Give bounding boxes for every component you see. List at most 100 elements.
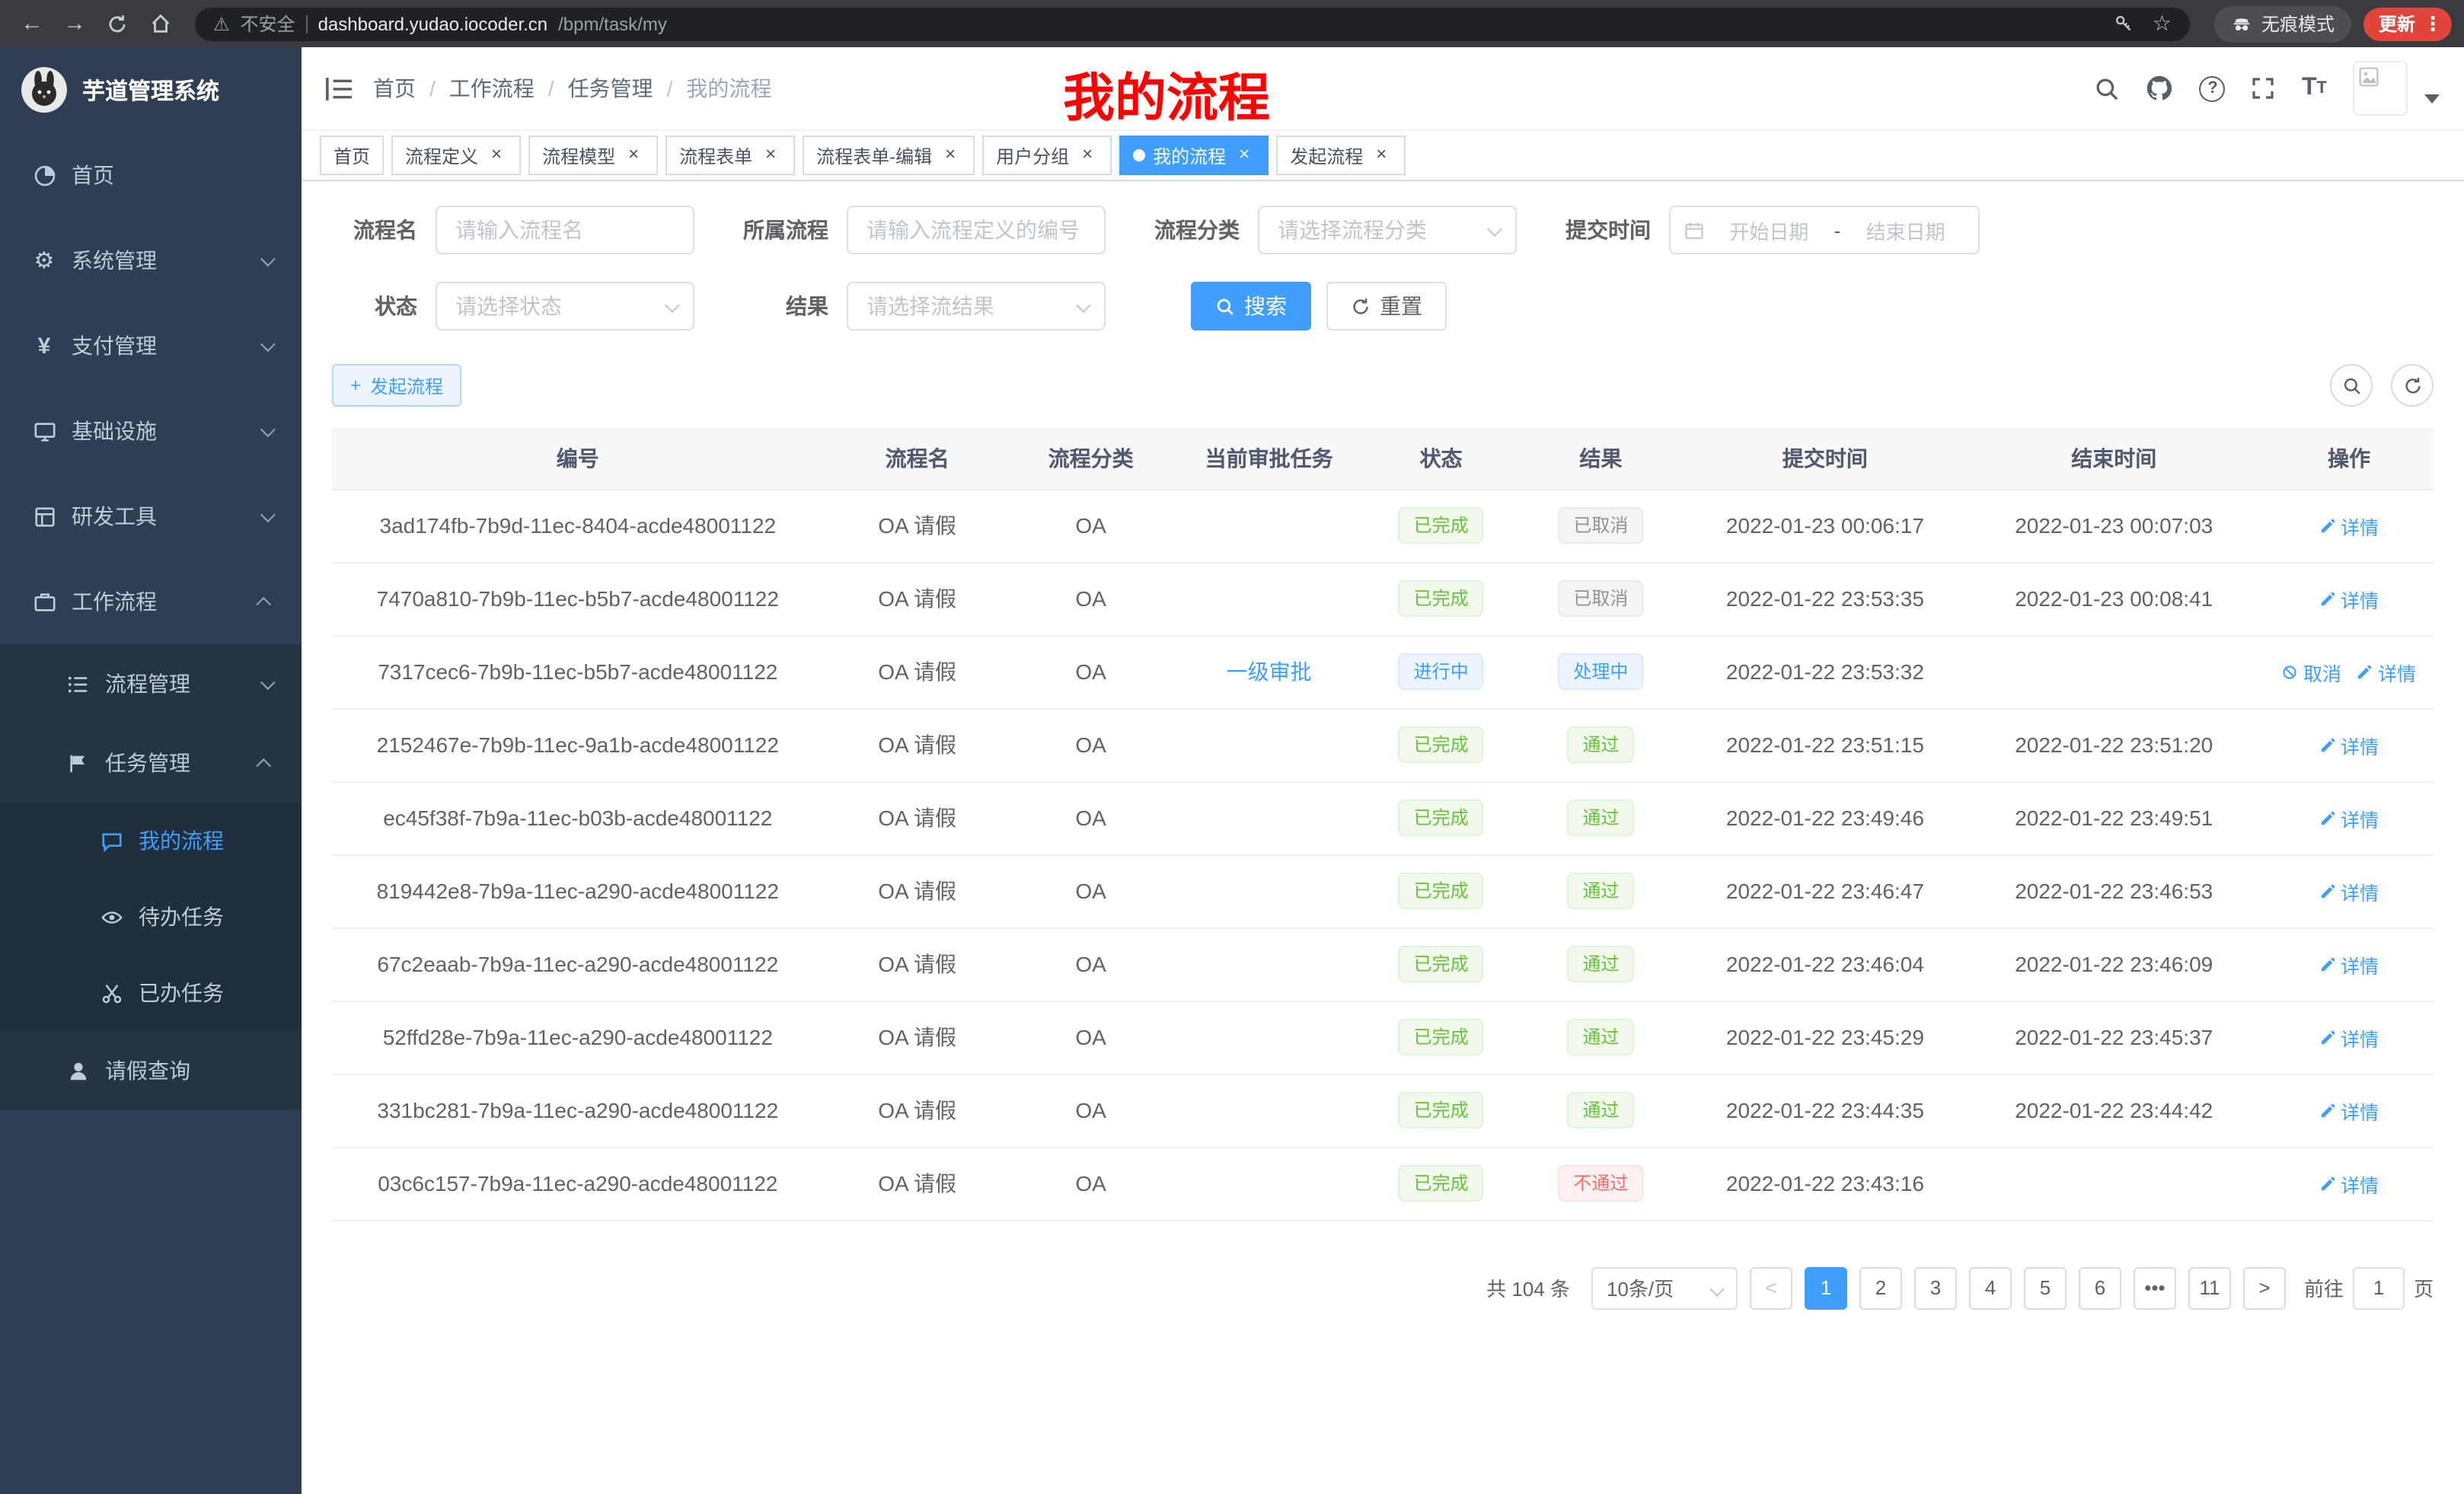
process-name: OA 请假 [824,1147,1011,1220]
page-button-1[interactable]: 1 [1805,1266,1847,1309]
page-size-select[interactable]: 10条/页 [1591,1266,1738,1309]
sidebar-item-process-management[interactable]: 流程管理 [0,644,302,723]
detail-link[interactable]: 详情 [2319,876,2379,905]
chevron-down-icon[interactable] [2424,94,2440,104]
sidebar-item-todo-tasks[interactable]: 待办任务 [0,879,302,955]
toggle-search-button[interactable] [2330,364,2373,407]
page-button-5[interactable]: 5 [2024,1266,2067,1309]
table-row: 7317cec6-7b9b-11ec-b5b7-acde48001122 OA … [332,635,2434,708]
tab-initiate-process[interactable]: 发起流程 [1276,136,1406,175]
sidebar-collapse-button[interactable] [326,75,352,101]
breadcrumb-home[interactable]: 首页 [373,73,416,104]
sidebar-item-system-management[interactable]: ⚙ 系统管理 [0,218,302,303]
back-button[interactable]: ← [12,4,52,43]
sidebar-item-workflow[interactable]: 工作流程 [0,559,302,644]
page-button-3[interactable]: 3 [1914,1266,1957,1309]
status-tag: 已完成 [1399,946,1484,982]
page-button-6[interactable]: 6 [2079,1266,2121,1309]
close-icon[interactable] [760,145,781,166]
tab-process-form[interactable]: 流程表单 [665,136,795,175]
breadcrumb-task-management[interactable]: 任务管理 [568,73,653,104]
address-bar[interactable]: ⚠ 不安全 dashboard.yudao.iocoder.cn/bpm/tas… [195,7,2190,40]
search-icon[interactable] [2095,75,2121,101]
avatar[interactable] [2353,61,2408,116]
detail-link[interactable]: 详情 [2319,1096,2379,1125]
key-icon[interactable] [2115,14,2134,34]
status-tag: 已完成 [1399,873,1484,909]
page-button-4[interactable]: 4 [1969,1266,2012,1309]
home-button[interactable] [140,4,180,43]
font-size-icon[interactable] [2302,76,2327,101]
process-name: OA 请假 [824,781,1011,854]
sidebar-item-my-process[interactable]: 我的流程 [0,803,302,879]
search-button[interactable]: 搜索 [1191,282,1311,330]
sidebar-item-infrastructure[interactable]: 基础设施 [0,388,302,474]
bookmark-star-icon[interactable]: ☆ [2153,11,2172,37]
goto-page-input[interactable] [2353,1266,2405,1309]
workflow-icon [30,590,58,613]
update-button[interactable]: 更新 [2363,7,2452,40]
sidebar-item-done-tasks[interactable]: 已办任务 [0,955,302,1031]
close-icon[interactable] [1234,145,1255,166]
reset-button[interactable]: 重置 [1326,282,1447,330]
sidebar-item-devtools[interactable]: 研发工具 [0,474,302,559]
refresh-table-button[interactable] [2391,364,2434,407]
close-icon[interactable] [1077,145,1098,166]
table-row: ec45f38f-7b9a-11ec-b03b-acde48001122 OA … [332,781,2434,854]
prev-page-button[interactable] [1750,1266,1792,1309]
tab-process-model[interactable]: 流程模型 [528,136,658,175]
process-name-input[interactable] [436,206,694,254]
process-category: OA [1011,1074,1171,1147]
cancel-link[interactable]: 取消 [2282,657,2341,686]
current-task [1171,927,1368,1001]
detail-link[interactable]: 详情 [2319,950,2379,978]
fullscreen-icon[interactable] [2252,76,2276,101]
detail-link[interactable]: 详情 [2319,803,2379,832]
detail-link[interactable]: 详情 [2319,584,2379,613]
more-pages-button[interactable]: ••• [2134,1266,2176,1309]
close-icon[interactable] [623,145,644,166]
submit-time: 2022-01-22 23:53:35 [1687,562,1963,635]
close-icon[interactable] [1371,145,1392,166]
sidebar-item-task-management[interactable]: 任务管理 [0,723,302,803]
github-icon[interactable] [2146,75,2174,102]
category-select[interactable] [1258,206,1517,254]
detail-link[interactable]: 详情 [2319,1023,2379,1052]
detail-link[interactable]: 详情 [2319,511,2379,540]
submit-time: 2022-01-23 00:06:17 [1687,489,1963,562]
result-select[interactable] [847,282,1106,330]
help-icon[interactable] [2200,75,2226,101]
close-icon[interactable] [940,145,961,166]
sidebar-item-leave-query[interactable]: 请假查询 [0,1031,302,1110]
detail-link[interactable]: 详情 [2319,730,2379,759]
page-button-11[interactable]: 11 [2188,1266,2231,1309]
next-page-button[interactable] [2243,1266,2286,1309]
breadcrumb-workflow[interactable]: 工作流程 [449,73,535,104]
page-button-2[interactable]: 2 [1859,1266,1902,1309]
close-icon[interactable] [486,145,507,166]
tab-process-form-edit[interactable]: 流程表单-编辑 [803,136,975,175]
date-range-picker[interactable]: 开始日期 - 结束日期 [1669,206,1980,254]
breadcrumb: 首页 / 工作流程 / 任务管理 / 我的流程 [373,73,771,104]
sidebar-item-home[interactable]: 首页 [0,132,302,218]
current-task-link[interactable]: 一级审批 [1227,659,1312,684]
table-row: 3ad174fb-7b9d-11ec-8404-acde48001122 OA … [332,489,2434,562]
tab-home[interactable]: 首页 [320,136,384,175]
result-tag: 通过 [1567,1092,1634,1128]
sidebar-item-payment-management[interactable]: ¥ 支付管理 [0,303,302,388]
status-select[interactable] [436,282,694,330]
tab-my-process[interactable]: 我的流程 [1119,136,1269,175]
tab-user-group[interactable]: 用户分组 [982,136,1112,175]
initiate-process-button[interactable]: + 发起流程 [332,364,461,407]
forward-button[interactable]: → [55,4,94,43]
browser-menu-icon[interactable] [2423,11,2443,36]
detail-link[interactable]: 详情 [2357,657,2416,686]
pagination: 共 104 条 10条/页 1 2 3 4 5 6 ••• 11 前往 页 [332,1266,2434,1309]
end-time: 2022-01-22 23:49:51 [1964,781,2265,854]
detail-link[interactable]: 详情 [2319,1169,2379,1198]
range-separator: - [1834,219,1841,241]
process-definition-input[interactable] [847,206,1106,254]
reload-button[interactable] [97,4,137,43]
process-name: OA 请假 [824,635,1011,708]
tab-process-definition[interactable]: 流程定义 [391,136,521,175]
